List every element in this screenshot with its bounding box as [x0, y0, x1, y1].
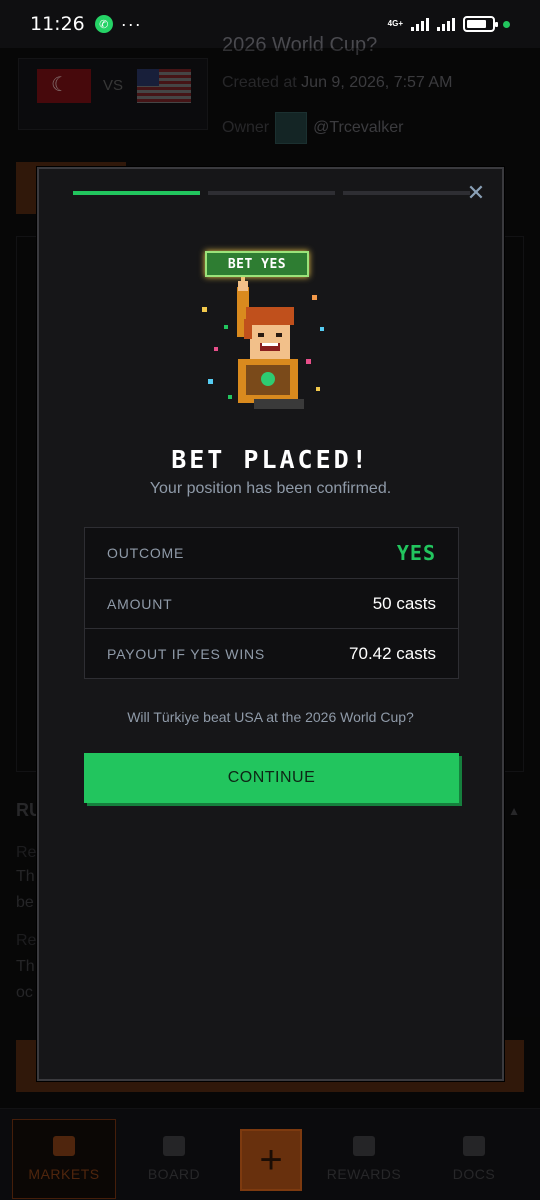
- outcome-label: OUTCOME: [107, 545, 185, 561]
- bet-yes-badge: BET YES: [205, 251, 309, 277]
- bet-confirmation-modal: ✕ BET YES BET PLACED! Your position has …: [37, 167, 504, 1081]
- battery-icon: [463, 16, 498, 32]
- close-icon[interactable]: ✕: [464, 181, 488, 205]
- payout-label: PAYOUT IF YES WINS: [107, 645, 266, 662]
- summary-row-amount: AMOUNT 50 casts: [85, 578, 458, 628]
- signal-icon-2: [437, 17, 455, 31]
- amount-label: AMOUNT: [107, 595, 173, 612]
- summary-row-payout: PAYOUT IF YES WINS 70.42 casts: [85, 628, 458, 678]
- modal-subtitle: Your position has been confirmed.: [149, 480, 392, 497]
- market-question: Will Türkiye beat USA at the 2026 World …: [127, 709, 414, 725]
- privacy-indicator: [503, 20, 510, 28]
- bet-summary: OUTCOME YES AMOUNT 50 casts PAYOUT IF YE…: [84, 527, 459, 679]
- progress-step: [343, 191, 470, 195]
- summary-row-outcome: OUTCOME YES: [85, 528, 458, 578]
- more-notifications-icon: ···: [120, 13, 142, 34]
- continue-button[interactable]: CONTINUE: [84, 753, 459, 803]
- whatsapp-icon: ✆: [94, 15, 113, 33]
- modal-title: BET PLACED!: [171, 445, 370, 474]
- payout-value: 70.42 casts: [349, 643, 436, 663]
- signal-icon: [411, 17, 429, 31]
- outcome-value: YES: [396, 541, 436, 565]
- step-progress: [73, 191, 470, 195]
- amount-value: 50 casts: [372, 593, 436, 613]
- clock: 11:26: [30, 13, 85, 35]
- network-type: 4G+: [387, 19, 403, 28]
- progress-step: [208, 191, 335, 195]
- progress-step: [73, 191, 200, 195]
